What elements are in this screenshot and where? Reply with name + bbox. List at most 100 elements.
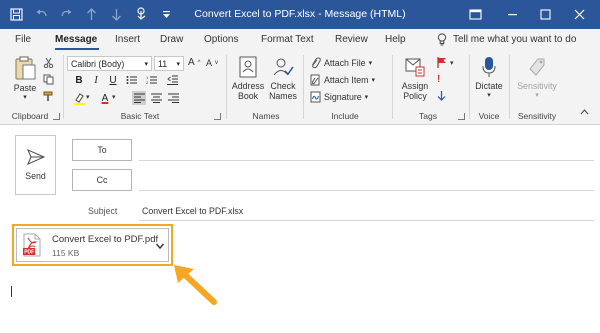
chevron-down-icon[interactable] [155,241,165,251]
to-field[interactable] [139,160,594,161]
group-label-include: Include [331,111,359,121]
sensitivity-label: Sensitivity [517,81,557,91]
to-button[interactable]: To [72,139,132,161]
high-importance-icon[interactable]: ! [437,74,440,85]
format-painter-icon[interactable] [43,91,54,102]
message-body[interactable] [8,275,594,330]
align-right-icon[interactable] [166,91,180,105]
attachment-size: 115 KB [52,248,80,258]
group-separator [63,55,64,119]
dictate-dropdown-icon: ▾ [487,92,491,99]
clipboard-launcher-icon[interactable] [53,113,60,120]
underline-icon[interactable]: U [106,73,120,87]
send-label: Send [25,171,46,181]
shrink-font-icon[interactable]: Av [206,58,218,68]
signature-icon [310,91,321,103]
cut-icon[interactable] [43,57,54,68]
group-label-tags: Tags [419,111,437,121]
attach-file-label: Attach File [324,58,366,68]
tab-insert[interactable]: Insert [115,34,140,45]
group-separator [303,55,304,119]
group-label-basic-text: Basic Text [120,111,160,121]
tell-me-text: Tell me what you want to do [453,34,577,45]
sensitivity-button[interactable]: Sensitivity ▾ [513,55,561,101]
pdf-file-icon: PDF [23,233,41,257]
font-size-field[interactable]: 11 ▾ [154,56,184,71]
dictate-button[interactable]: Dictate ▾ [472,55,506,101]
sensitivity-icon [529,58,545,76]
tab-message[interactable]: Message [55,34,97,45]
attach-file-button[interactable]: Attach File ▾ [310,57,372,69]
numbering-icon[interactable]: 12 [145,73,159,87]
basic-text-launcher-icon[interactable] [214,113,221,120]
signature-button[interactable]: Signature ▾ [310,91,368,103]
title-bar: Convert Excel to PDF.xlsx - Message (HTM… [0,0,600,29]
decrease-indent-icon[interactable] [166,73,180,87]
font-color-dropdown-icon[interactable]: ▾ [112,93,116,101]
font-size-dropdown-icon: ▾ [176,60,180,68]
attach-item-label: Attach Item [324,75,369,85]
assign-policy-label-line1: Assign [401,81,429,91]
collapse-ribbon-icon[interactable] [580,109,589,115]
group-separator [392,55,393,119]
send-icon [26,149,45,165]
paste-button[interactable]: Paste ▾ [10,55,40,103]
active-tab-indicator [55,48,99,50]
attachment-card[interactable]: PDF Convert Excel to PDF.pdf 115 KB [16,228,169,262]
svg-text:2: 2 [146,80,149,85]
signature-label: Signature [324,92,362,102]
bold-icon[interactable]: B [72,73,86,87]
check-names-button[interactable]: Check Names [266,55,300,101]
tab-draw[interactable]: Draw [160,34,183,45]
lightbulb-icon [437,33,447,46]
font-size-value: 11 [158,58,168,69]
follow-up-flag-icon[interactable]: ▾ [437,57,454,68]
close-icon[interactable] [562,0,596,29]
paste-dropdown-icon: ▾ [23,94,27,101]
cc-button[interactable]: Cc [72,169,132,191]
microphone-icon [482,57,496,77]
tags-launcher-icon[interactable] [458,113,465,120]
assign-policy-button[interactable]: Assign Policy [396,55,434,101]
tab-help[interactable]: Help [385,34,406,45]
subject-underline [139,220,594,221]
maximize-icon[interactable] [528,0,562,29]
attachment-name: Convert Excel to PDF.pdf [52,234,159,245]
group-label-sensitivity: Sensitivity [517,111,557,121]
copy-icon[interactable] [43,74,54,85]
assign-policy-icon [405,58,425,77]
tell-me-search[interactable]: Tell me what you want to do [437,33,576,46]
paste-label: Paste [13,83,37,93]
align-center-icon[interactable] [149,91,163,105]
bullets-icon[interactable] [125,73,139,87]
italic-icon[interactable]: I [89,73,103,87]
font-name-dropdown-icon: ▾ [144,60,148,68]
check-names-label-line2: Names [269,91,297,101]
highlight-color-icon[interactable] [72,91,86,105]
font-color-icon[interactable]: A [98,91,112,105]
grow-font-icon[interactable]: A ^ [188,57,201,68]
subject-field[interactable]: Convert Excel to PDF.xlsx [142,206,243,216]
group-label-voice: Voice [478,111,500,121]
highlight-dropdown-icon[interactable]: ▾ [86,93,90,101]
attach-item-button[interactable]: Attach Item ▾ [310,74,375,86]
group-separator [509,55,510,119]
check-names-icon [273,58,294,76]
svg-text:PDF: PDF [24,250,34,256]
attach-item-dropdown-icon: ▾ [371,77,376,84]
minimize-icon[interactable] [495,0,529,29]
assign-policy-label-line2: Policy [403,91,427,101]
tab-file[interactable]: File [15,34,31,45]
tab-review[interactable]: Review [335,34,368,45]
tab-format-text[interactable]: Format Text [261,34,314,45]
restore-window-icon[interactable] [458,0,492,29]
send-button[interactable]: Send [15,135,56,195]
low-importance-icon[interactable] [437,90,446,101]
group-label-clipboard: Clipboard [11,111,49,121]
tab-options[interactable]: Options [204,34,238,45]
address-book-label-line2: Book [237,91,259,101]
cc-field[interactable] [139,190,594,191]
align-left-icon[interactable] [132,91,146,105]
address-book-button[interactable]: Address Book [230,55,266,101]
font-name-field[interactable]: Calibri (Body) ▾ [67,56,152,71]
